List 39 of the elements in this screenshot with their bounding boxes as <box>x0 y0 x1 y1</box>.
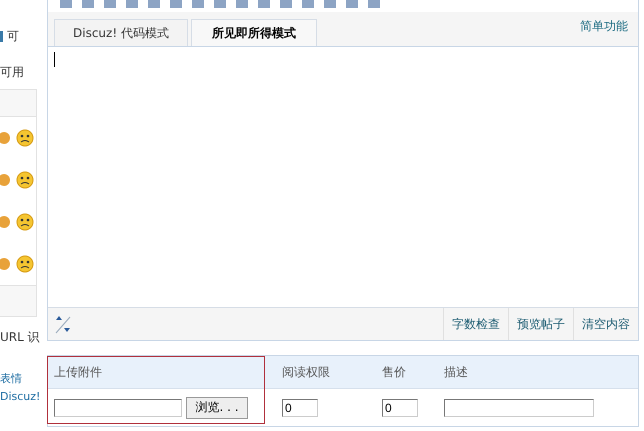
sidebar-link[interactable]: 表情 <box>0 370 37 388</box>
toolbar-icon[interactable] <box>190 0 206 10</box>
browse-button[interactable]: 浏览. . . <box>186 396 248 418</box>
mode-tab[interactable]: 所见即所得模式 <box>190 19 317 46</box>
file-path-field[interactable] <box>54 398 182 416</box>
sidebar-text: 可 <box>7 28 19 45</box>
mode-tab[interactable]: Discuz! 代码模式 <box>54 19 188 46</box>
toolbar-icon[interactable] <box>366 0 382 10</box>
emoticon-icon[interactable] <box>16 129 34 147</box>
action-link[interactable]: 预览帖子 <box>508 308 573 340</box>
price-field[interactable]: 0 <box>382 398 418 416</box>
toolbar-icon[interactable] <box>80 0 96 10</box>
toolbar-icon[interactable] <box>212 0 228 10</box>
column-header: 阅读权限 <box>281 364 331 380</box>
emoticon-icon[interactable] <box>16 171 34 189</box>
sidebar-link[interactable]: Discuz! <box>0 388 37 406</box>
column-header: 售价 <box>381 364 407 380</box>
sidebar-text: URL 识 <box>0 329 40 346</box>
sidebar-text: 可用 <box>0 64 24 81</box>
column-header: 上传附件 <box>53 364 103 380</box>
description-field[interactable] <box>444 398 594 416</box>
simple-mode-link[interactable]: 简单功能 <box>580 18 628 35</box>
toolbar-icon[interactable] <box>256 0 272 10</box>
toolbar-icon[interactable] <box>168 0 184 10</box>
action-link[interactable]: 字数检查 <box>443 308 508 340</box>
emoticon-icon[interactable] <box>16 255 34 273</box>
permission-field[interactable]: 0 <box>282 398 318 416</box>
toolbar-icon[interactable] <box>344 0 360 10</box>
emoticon-icon[interactable] <box>16 213 34 231</box>
toolbar-icon[interactable] <box>300 0 316 10</box>
action-link[interactable]: 清空内容 <box>573 308 638 340</box>
column-header: 描述 <box>444 364 469 380</box>
toolbar-icon[interactable] <box>102 0 118 10</box>
toolbar-icon[interactable] <box>278 0 294 10</box>
toolbar-icon[interactable] <box>124 0 140 10</box>
toolbar-icon[interactable] <box>58 0 74 10</box>
toolbar-icon[interactable] <box>322 0 338 10</box>
toolbar-icon[interactable] <box>234 0 250 10</box>
toolbar-icon[interactable] <box>146 0 162 10</box>
